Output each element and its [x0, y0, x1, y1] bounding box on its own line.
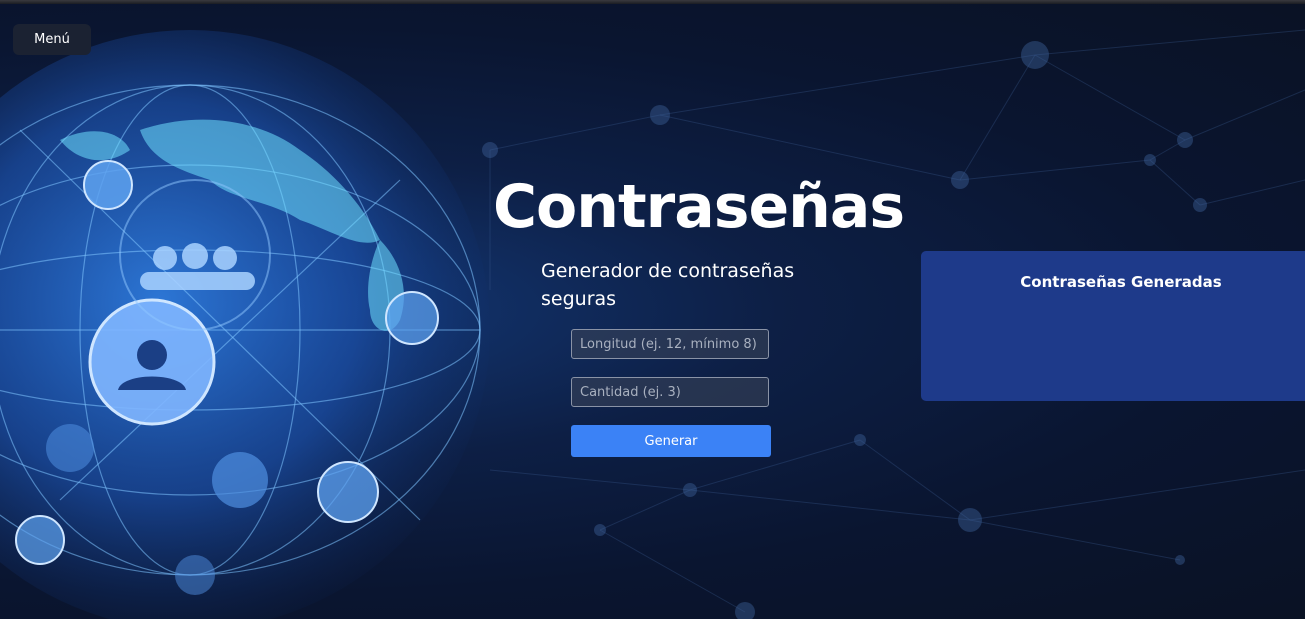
length-input[interactable] — [571, 329, 769, 359]
generate-button[interactable]: Generar — [571, 425, 771, 457]
page-subtitle: Generador de contraseñas seguras — [541, 260, 795, 310]
page-title: Contraseñas — [493, 172, 905, 242]
menu-button[interactable]: Menú — [13, 24, 91, 55]
page: Menú Contraseñas Generador de contraseña… — [0, 0, 1305, 619]
quantity-input[interactable] — [571, 377, 769, 407]
generated-passwords-panel: Contraseñas Generadas — [921, 251, 1305, 401]
generated-passwords-title: Contraseñas Generadas — [1020, 273, 1222, 291]
